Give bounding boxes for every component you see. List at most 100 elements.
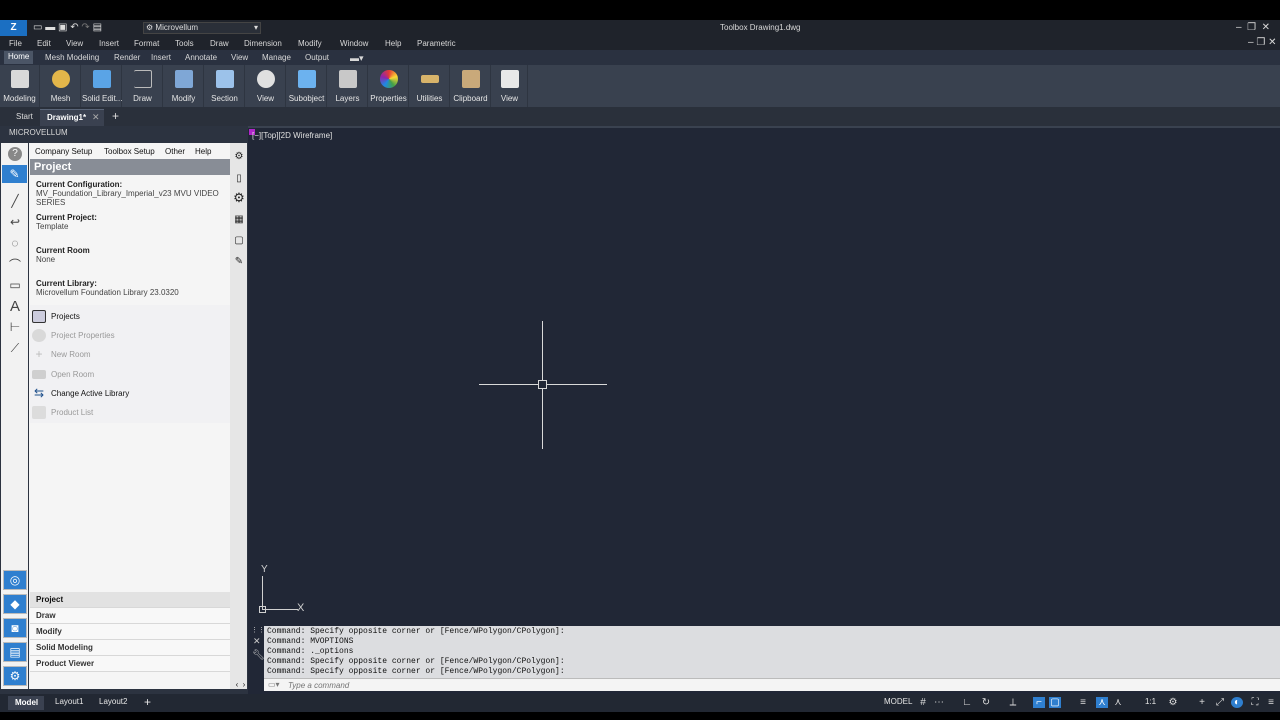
ribbon-button-section[interactable]: Section	[205, 65, 245, 107]
ribbon-button-view[interactable]: View	[246, 65, 286, 107]
gear-large-icon[interactable]: ⚙	[233, 190, 245, 205]
command-input[interactable]	[288, 679, 1188, 691]
nav-section-modify[interactable]: Modify	[30, 624, 230, 640]
tab-start[interactable]: Start	[16, 112, 33, 121]
ribbon-button-utilities[interactable]: Utilities	[410, 65, 450, 107]
menu-tools[interactable]: Tools	[175, 39, 194, 48]
menu-dimension[interactable]: Dimension	[244, 39, 282, 48]
tab-drawing1[interactable]: Drawing1* ✕	[40, 109, 104, 126]
brush-icon[interactable]: ✎	[233, 255, 245, 267]
menu-edit[interactable]: Edit	[37, 39, 51, 48]
measure-icon[interactable]: ⟋	[5, 339, 25, 357]
pencil-icon[interactable]: ✎	[2, 165, 27, 183]
drawing-canvas[interactable]: [−][Top][2D Wireframe] Y X	[248, 126, 1280, 622]
ribbon-button-modeling[interactable]: Modeling	[0, 65, 40, 107]
add-layout-icon[interactable]: +	[144, 695, 151, 709]
menu-view[interactable]: View	[66, 39, 83, 48]
ribbon-button-solid-edit[interactable]: Solid Edit...	[82, 65, 122, 107]
osnap-toggle-icon[interactable]: ⌐	[1033, 697, 1045, 708]
command-close-icon[interactable]: ✕	[253, 636, 261, 647]
ribbon-toggle-icon[interactable]: ▬▾	[350, 53, 364, 64]
ribbon-tab-home[interactable]: Home	[4, 51, 34, 64]
polyline-icon[interactable]: ↩	[5, 213, 25, 231]
menu-draw[interactable]: Draw	[210, 39, 229, 48]
doc-close-icon[interactable]: ✕	[1268, 37, 1276, 48]
isodraft-icon[interactable]: ⟂	[1007, 697, 1019, 708]
undo-icon[interactable]: ↶	[70, 22, 78, 33]
menu-parametric[interactable]: Parametric	[417, 39, 456, 48]
app-logo-icon[interactable]: Z	[0, 20, 27, 36]
ribbon-tab-insert[interactable]: Insert	[151, 53, 171, 62]
action-project-properties[interactable]: Project Properties	[32, 328, 115, 344]
ribbon-button-draw[interactable]: Draw	[123, 65, 163, 107]
model-space-toggle[interactable]: MODEL	[884, 697, 912, 706]
menu-help-panel[interactable]: Help	[195, 147, 211, 156]
menu-toolbox-setup[interactable]: Toolbox Setup	[104, 147, 155, 156]
redo-icon[interactable]: ↷	[81, 22, 89, 33]
menu-insert[interactable]: Insert	[99, 39, 119, 48]
ribbon-tab-render[interactable]: Render	[114, 53, 140, 62]
grid-icon[interactable]: ▦	[233, 213, 245, 225]
command-customize-icon[interactable]: 🔧︎	[252, 650, 265, 661]
workspace-gear-icon[interactable]: ⚙	[1167, 697, 1179, 708]
help-icon[interactable]: ?	[5, 145, 25, 163]
workspace-select[interactable]: ⚙ Microvellum ▾	[143, 22, 261, 34]
action-projects[interactable]: Projects	[32, 309, 80, 325]
ribbon-tab-annotate[interactable]: Annotate	[185, 53, 217, 62]
annotation-visibility-icon[interactable]: ⋏	[1096, 697, 1108, 708]
layout-tab-model[interactable]: Model	[8, 696, 44, 710]
close-tab-icon[interactable]: ✕	[92, 112, 100, 123]
camera-icon[interactable]: ◙	[3, 618, 27, 638]
arc-icon[interactable]: ⌒	[5, 255, 25, 273]
ribbon-tab-output[interactable]: Output	[305, 53, 329, 62]
nav-section-solid-modeling[interactable]: Solid Modeling	[30, 640, 230, 656]
printer-icon[interactable]: ▤	[3, 642, 27, 662]
isolate-icon[interactable]: ⤢	[1214, 697, 1226, 708]
menu-file[interactable]: File	[9, 39, 22, 48]
minimize-icon[interactable]: –	[1236, 22, 1242, 33]
menu-modify[interactable]: Modify	[298, 39, 322, 48]
3d-osnap-icon[interactable]: ▢	[1049, 697, 1061, 708]
ribbon-button-mesh[interactable]: Mesh	[41, 65, 81, 107]
dimension-icon[interactable]: ⊢	[5, 318, 25, 336]
ribbon-button-view-2[interactable]: View	[492, 65, 528, 107]
grid-toggle-icon[interactable]: #	[917, 697, 929, 708]
new-file-icon[interactable]: ▭	[33, 22, 42, 33]
linewidth-icon[interactable]: ≡	[1077, 697, 1089, 708]
action-open-room[interactable]: Open Room	[32, 367, 94, 383]
ribbon-tab-mesh-modeling[interactable]: Mesh Modeling	[45, 53, 99, 62]
layout-tab-layout1[interactable]: Layout1	[55, 697, 83, 706]
customize-menu-icon[interactable]: ≡	[1265, 697, 1277, 708]
menu-help[interactable]: Help	[385, 39, 401, 48]
text-icon[interactable]: A	[5, 297, 25, 315]
nav-section-draw[interactable]: Draw	[30, 608, 230, 624]
ribbon-button-properties[interactable]: Properties	[369, 65, 409, 107]
menu-window[interactable]: Window	[340, 39, 368, 48]
ribbon-tab-manage[interactable]: Manage	[262, 53, 291, 62]
page-icon[interactable]: ▢	[233, 234, 245, 246]
fingerprint-icon[interactable]: ◎	[3, 570, 27, 590]
save-icon[interactable]: ▣	[58, 22, 67, 33]
doc-restore-icon[interactable]: ❐	[1256, 37, 1265, 48]
viewport-controls-label[interactable]: [−][Top][2D Wireframe]	[252, 131, 332, 140]
action-product-list[interactable]: Product List	[32, 405, 93, 421]
action-new-room[interactable]: + New Room	[32, 347, 90, 363]
open-file-icon[interactable]: ▬	[45, 22, 55, 33]
polar-toggle-icon[interactable]: ↻	[980, 697, 992, 708]
rectangle-icon[interactable]: ▭	[5, 276, 25, 294]
circle-icon[interactable]: ◌	[5, 234, 25, 252]
layout-tab-layout2[interactable]: Layout2	[99, 697, 127, 706]
nav-section-product-viewer[interactable]: Product Viewer	[30, 656, 230, 672]
print-icon[interactable]: ▤	[93, 22, 102, 33]
nav-section-project[interactable]: Project	[30, 592, 230, 608]
command-grip-icon[interactable]: ⋮⋮	[251, 626, 265, 634]
menu-company-setup[interactable]: Company Setup	[35, 147, 92, 156]
auto-scale-icon[interactable]: ⋏	[1112, 697, 1124, 708]
command-prompt-icon[interactable]: ▭▾	[268, 680, 280, 689]
ribbon-button-layers[interactable]: Layers	[328, 65, 368, 107]
menu-other[interactable]: Other	[165, 147, 185, 156]
settings-icon[interactable]: ⚙	[3, 666, 27, 686]
document-icon[interactable]: ▯	[233, 172, 245, 184]
ribbon-tab-view[interactable]: View	[231, 53, 248, 62]
ribbon-button-modify[interactable]: Modify	[164, 65, 204, 107]
